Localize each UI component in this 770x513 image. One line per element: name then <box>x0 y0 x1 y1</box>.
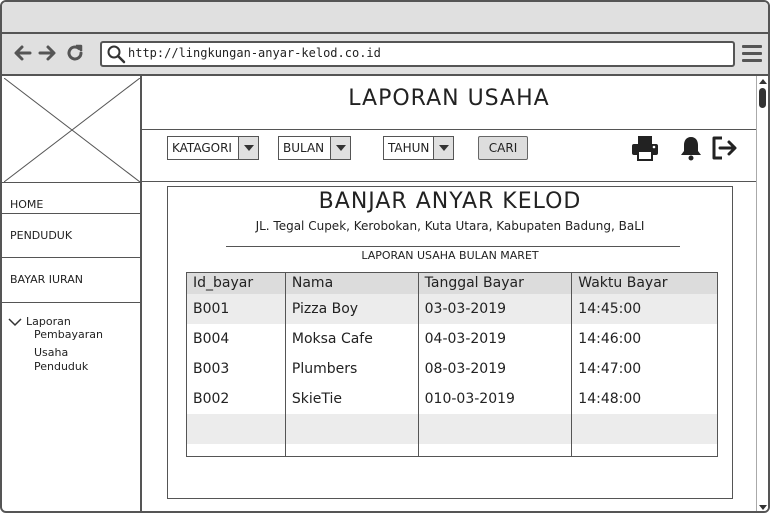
forward-arrow-icon[interactable] <box>36 43 58 65</box>
main-content: LAPORAN USAHA KATAGORI BULAN TAHUN CARI <box>142 76 756 511</box>
table-row[interactable]: B004 Moksa Cafe 04-03-2019 14:46:00 <box>186 323 718 354</box>
payment-table: Id_bayar Nama Tanggal Bayar Waktu Bayar … <box>186 272 718 457</box>
cari-button[interactable]: CARI <box>478 136 528 160</box>
logout-icon[interactable] <box>710 134 740 162</box>
hamburger-menu-icon[interactable] <box>742 45 762 63</box>
scroll-up-icon[interactable] <box>759 79 767 84</box>
scroll-down-icon[interactable] <box>759 505 767 510</box>
page-title: LAPORAN USAHA <box>142 76 756 130</box>
dropdown-label: KATAGORI <box>172 141 232 155</box>
table-row-empty <box>186 413 718 444</box>
column-header[interactable]: Nama <box>284 272 419 294</box>
tree-child-usaha[interactable]: Usaha <box>2 346 140 360</box>
table-cell <box>186 413 286 444</box>
browser-window: http://lingkungan-anyar-kelod.co.id HOME… <box>0 0 770 513</box>
table-cell <box>186 443 286 457</box>
sidebar-tree-laporan: Laporan Pembayaran Usaha Penduduk <box>2 302 140 374</box>
table-cell <box>284 413 419 444</box>
column-header[interactable]: Waktu Bayar <box>571 272 718 294</box>
sidebar-item-label: PENDUDUK <box>10 229 73 242</box>
table-cell: 14:47:00 <box>571 353 718 384</box>
sidebar-item-bayar-iuran[interactable]: BAYAR IURAN <box>2 257 140 301</box>
filter-toolbar: KATAGORI BULAN TAHUN CARI <box>142 130 756 182</box>
tree-parent-laporan[interactable]: Laporan <box>2 315 140 328</box>
table-cell: 04-03-2019 <box>417 323 573 354</box>
table-cell: B003 <box>186 353 286 384</box>
report-panel: BANJAR ANYAR KELOD JL. Tegal Cupek, Kero… <box>167 186 733 499</box>
kategori-dropdown[interactable]: KATAGORI <box>167 136 259 160</box>
table-header-row: Id_bayar Nama Tanggal Bayar Waktu Bayar <box>186 272 718 294</box>
table-cell: B001 <box>186 293 286 324</box>
report-address: JL. Tegal Cupek, Kerobokan, Kuta Utara, … <box>255 219 645 233</box>
sidebar-item-label: HOME <box>10 198 44 211</box>
dropdown-arrow-icon <box>433 137 453 159</box>
dropdown-label: BULAN <box>283 141 325 155</box>
sidebar-item-penduduk[interactable]: PENDUDUK <box>2 213 140 257</box>
report-divider <box>226 246 680 247</box>
reload-icon[interactable] <box>64 43 86 65</box>
tree-child-pembayaran[interactable]: Pembayaran <box>2 328 140 342</box>
tahun-dropdown[interactable]: TAHUN <box>383 136 454 160</box>
table-cell <box>284 443 419 457</box>
table-cell: 14:46:00 <box>571 323 718 354</box>
table-cell: SkieTie <box>284 383 419 414</box>
table-row[interactable]: B003 Plumbers 08-03-2019 14:47:00 <box>186 353 718 384</box>
tree-child-penduduk[interactable]: Penduduk <box>2 360 140 374</box>
back-arrow-icon[interactable] <box>12 43 34 65</box>
table-cell <box>417 443 573 457</box>
sidebar: HOME PENDUDUK BAYAR IURAN Laporan Pembay… <box>2 76 142 511</box>
logo-image-placeholder <box>4 78 140 182</box>
table-cell: B004 <box>186 323 286 354</box>
table-cell: B002 <box>186 383 286 414</box>
column-header[interactable]: Id_bayar <box>186 272 286 294</box>
search-icon <box>107 45 126 64</box>
table-cell: Pizza Boy <box>284 293 419 324</box>
report-subtitle: LAPORAN USAHA BULAN MARET <box>361 249 539 262</box>
address-url: http://lingkungan-anyar-kelod.co.id <box>128 46 381 60</box>
table-row[interactable]: B002 SkieTie 010-03-2019 14:48:00 <box>186 383 718 414</box>
table-cell <box>571 443 718 457</box>
scrollbar-thumb[interactable] <box>759 88 766 108</box>
browser-navbar: http://lingkungan-anyar-kelod.co.id <box>2 34 768 76</box>
address-bar[interactable]: http://lingkungan-anyar-kelod.co.id <box>100 41 735 67</box>
table-cell: 03-03-2019 <box>417 293 573 324</box>
table-cell: 14:45:00 <box>571 293 718 324</box>
dropdown-label: TAHUN <box>388 141 430 155</box>
bell-icon[interactable] <box>676 134 706 162</box>
table-cell: 08-03-2019 <box>417 353 573 384</box>
table-cell: Plumbers <box>284 353 419 384</box>
table-cell <box>417 413 573 444</box>
table-cell: Moksa Cafe <box>284 323 419 354</box>
report-title: BANJAR ANYAR KELOD <box>318 189 582 214</box>
column-header[interactable]: Tanggal Bayar <box>417 272 573 294</box>
table-row-empty <box>186 443 718 457</box>
dropdown-arrow-icon <box>330 137 350 159</box>
printer-icon[interactable] <box>630 134 660 162</box>
table-cell <box>571 413 718 444</box>
sidebar-item-label: BAYAR IURAN <box>10 273 83 286</box>
window-titlebar <box>2 2 768 34</box>
bulan-dropdown[interactable]: BULAN <box>278 136 351 160</box>
vertical-scrollbar[interactable] <box>756 76 768 511</box>
tree-parent-label: Laporan <box>26 315 71 328</box>
table-cell: 14:48:00 <box>571 383 718 414</box>
table-cell: 010-03-2019 <box>417 383 573 414</box>
dropdown-arrow-icon <box>238 137 258 159</box>
chevron-down-icon <box>8 317 22 326</box>
table-row[interactable]: B001 Pizza Boy 03-03-2019 14:45:00 <box>186 293 718 324</box>
